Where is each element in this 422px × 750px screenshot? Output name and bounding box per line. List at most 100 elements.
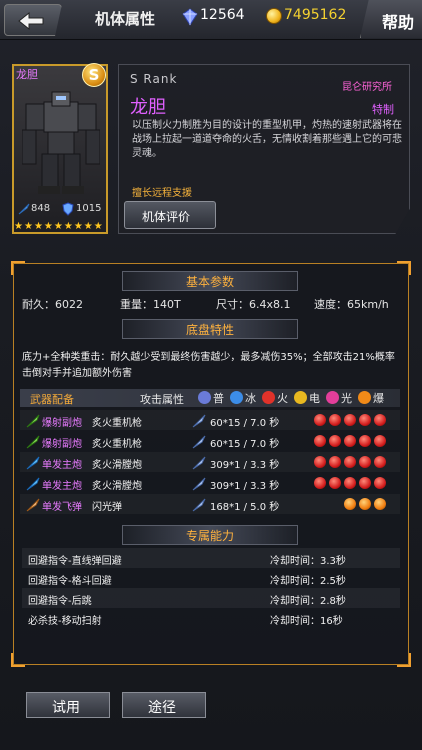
ability-name: 回避指令-格斗回避 (28, 576, 112, 587)
card-mech-name: 龙胆 (16, 68, 38, 81)
weapon-type: 爆射副炮 (42, 418, 82, 429)
element-label: 光 (341, 392, 352, 405)
defense-shield-icon (62, 202, 74, 216)
ability-cooldown: 冷却时间：3.3秒 (270, 556, 346, 567)
bullet-icon (192, 455, 206, 470)
weapon-name: 炙火滑膛炮 (92, 460, 142, 471)
blast-element-icon (344, 498, 356, 510)
star-rating: ★ ★ ★ ★ ★ ★ ★ ★ ★ (14, 221, 106, 232)
weapon-name: 闪光弹 (92, 502, 122, 513)
back-button[interactable] (4, 4, 62, 36)
fire-element-icon (344, 414, 356, 426)
cannon-icon (26, 455, 40, 470)
panel-corner (11, 261, 25, 275)
fire-element-icon (344, 435, 356, 447)
weapon-damage: 309*1 / 3.3 秒 (210, 481, 280, 492)
fire-element-icon (344, 477, 356, 489)
missile-icon (26, 497, 40, 512)
weapon-type: 爆射副炮 (42, 439, 82, 450)
star-icon: ★ (43, 221, 53, 232)
ability-cooldown: 冷却时间：2.8秒 (270, 596, 346, 607)
weapon-name: 炙火重机枪 (92, 418, 142, 429)
ability-cooldown: 冷却时间：16秒 (270, 616, 343, 627)
specialty-label: 擅长远程支援 (132, 188, 192, 199)
weapons-header-label: 武器配备 (30, 393, 74, 406)
blast-element-icon (374, 498, 386, 510)
element-label: 电 (309, 392, 320, 405)
bullet-icon (192, 476, 206, 491)
help-label: 帮助 (382, 13, 415, 32)
star-icon: ★ (53, 221, 63, 232)
blast-element-icon (358, 391, 371, 404)
ice-element-icon (230, 391, 243, 404)
fire-element-icon (329, 456, 341, 468)
blast-element-icon (359, 498, 371, 510)
fire-element-icon (314, 456, 326, 468)
element-label: 普 (213, 392, 224, 405)
weapon-damage: 60*15 / 7.0 秒 (210, 439, 280, 450)
fire-element-icon (314, 414, 326, 426)
mech-portrait (22, 91, 100, 194)
star-icon: ★ (63, 221, 73, 232)
fire-element-icon (314, 477, 326, 489)
fire-element-icon (359, 456, 371, 468)
star-icon: ★ (14, 221, 23, 232)
gold-coin-icon (266, 8, 282, 24)
manufacturer: 昆仑研究所 (342, 82, 392, 93)
star-icon: ★ (93, 221, 103, 232)
page-title: 机体属性 (95, 10, 156, 28)
weapon-damage: 168*1 / 5.0 秒 (210, 502, 280, 513)
fire-element-icon (374, 414, 386, 426)
ability-name: 回避指令-后跳 (28, 596, 92, 607)
fire-element-icon (329, 477, 341, 489)
speed-stat: 速度：65km/h (314, 298, 389, 311)
machine-gun-icon (26, 413, 40, 428)
fire-element-icon (314, 435, 326, 447)
fire-element-icon (359, 414, 371, 426)
mech-evaluation-label: 机体评价 (142, 210, 191, 224)
star-icon: ★ (83, 221, 93, 232)
fire-element-icon (359, 435, 371, 447)
element-label: 爆 (373, 392, 384, 405)
fire-element-icon (374, 477, 386, 489)
element-label: 冰 (245, 392, 256, 405)
fire-element-icon (374, 456, 386, 468)
panel-corner (11, 653, 25, 667)
fire-element-icon (262, 391, 275, 404)
mech-description: 以压制火力制胜为目的设计的重型机甲，灼热的速射武器将在战场上拉起一道道夺命的火舌… (132, 120, 402, 159)
electric-element-icon (294, 391, 307, 404)
weapon-name: 炙火滑膛炮 (92, 481, 142, 492)
weight-stat: 重量：140T (120, 298, 181, 311)
rank-badge: S (82, 63, 106, 87)
special-tag: 特制 (372, 103, 394, 116)
chassis-section-title: 底盘特性 (185, 323, 234, 337)
attack-icon (18, 203, 30, 215)
panel-corner (397, 261, 411, 275)
attack-value: 848 (31, 203, 51, 214)
star-icon: ★ (73, 221, 83, 232)
basic-section-title: 基本参数 (185, 275, 234, 289)
ability-name: 必杀技-移动扫射 (28, 616, 102, 627)
attack-attribute-label: 攻击属性 (140, 393, 184, 406)
bullet-icon (192, 413, 206, 428)
back-arrow-icon (18, 11, 44, 31)
defense-value: 1015 (76, 203, 102, 214)
light-element-icon (326, 391, 339, 404)
crystal-icon (182, 8, 198, 26)
durability-stat: 耐久：6022 (22, 298, 83, 311)
element-label: 火 (277, 392, 288, 405)
size-stat: 尺寸：6.4x8.1 (216, 298, 291, 311)
fire-element-icon (329, 414, 341, 426)
ability-cooldown: 冷却时间：2.5秒 (270, 576, 346, 587)
weapon-type: 单发主炮 (42, 481, 82, 492)
weapon-type: 单发主炮 (42, 460, 82, 471)
fire-element-icon (344, 456, 356, 468)
abilities-section-title: 专属能力 (185, 529, 234, 543)
mech-name: 龙胆 (130, 97, 166, 118)
fire-element-icon (374, 435, 386, 447)
weapon-damage: 60*15 / 7.0 秒 (210, 418, 280, 429)
ability-name: 回避指令-直线弹回避 (28, 556, 122, 567)
source-label: 途径 (148, 700, 176, 716)
normal-element-icon (198, 391, 211, 404)
cannon-icon (26, 476, 40, 491)
